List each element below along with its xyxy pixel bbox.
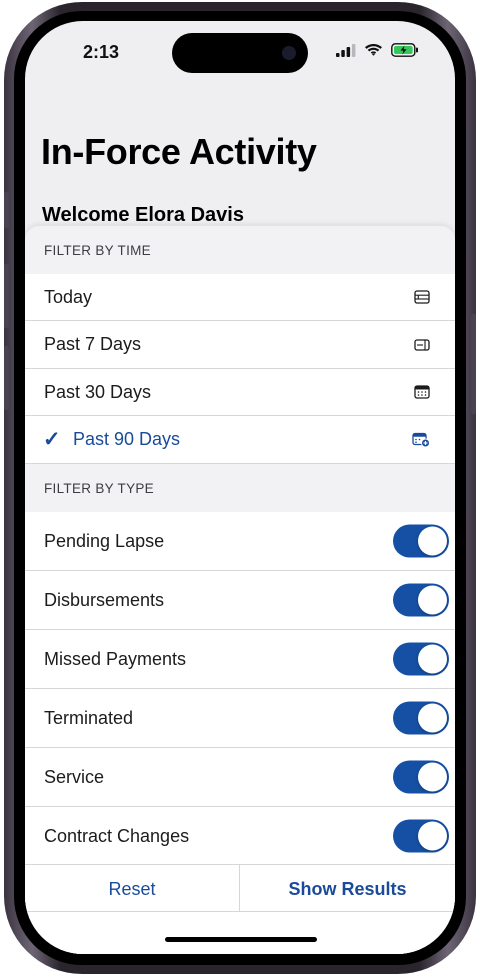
page-title: In-Force Activity xyxy=(41,131,317,172)
type-row-contract-changes: Contract Changes xyxy=(25,807,455,866)
type-label: Service xyxy=(44,766,105,787)
camera-icon xyxy=(282,46,296,60)
cellular-signal-icon xyxy=(336,43,356,57)
status-bar: 2:13 xyxy=(25,21,455,81)
contract-changes-toggle[interactable] xyxy=(393,819,449,853)
pending-lapse-toggle[interactable] xyxy=(393,524,449,558)
type-row-service: Service xyxy=(25,748,455,807)
toggle-knob xyxy=(418,821,447,851)
volume-down-button xyxy=(4,346,9,410)
wifi-icon xyxy=(365,44,382,56)
volume-up-button xyxy=(4,264,9,328)
type-label: Pending Lapse xyxy=(44,530,165,551)
time-option-label: Past 7 Days xyxy=(44,334,142,354)
dynamic-island xyxy=(172,33,308,73)
home-indicator[interactable] xyxy=(165,937,317,942)
toggle-knob xyxy=(418,526,447,556)
disbursements-toggle[interactable] xyxy=(393,583,449,617)
reset-button[interactable]: Reset xyxy=(25,865,240,913)
filter-sheet: FILTER BY TIME Today Past 7 Days Past 30… xyxy=(25,226,455,954)
welcome-text: Welcome Elora Davis xyxy=(42,204,244,226)
toggle-knob xyxy=(418,644,447,674)
time-option-30-days[interactable]: Past 30 Days xyxy=(25,369,455,416)
time-option-today[interactable]: Today xyxy=(25,274,455,321)
calendar-add-icon xyxy=(412,432,430,447)
time-option-7-days[interactable]: Past 7 Days xyxy=(25,321,455,369)
time-option-label: Past 30 Days xyxy=(44,381,152,402)
battery-charging-icon xyxy=(391,43,418,57)
toggle-knob xyxy=(418,703,447,733)
service-toggle[interactable] xyxy=(393,760,449,794)
time-option-label: Today xyxy=(44,286,93,307)
filter-time-header: FILTER BY TIME xyxy=(44,242,151,258)
type-label: Disbursements xyxy=(44,589,165,610)
show-results-button[interactable]: Show Results xyxy=(240,865,455,913)
type-label: Contract Changes xyxy=(44,825,190,846)
time-option-90-days[interactable]: ✓ Past 90 Days xyxy=(25,416,455,464)
type-row-missed-payments: Missed Payments xyxy=(25,630,455,689)
calendar-week-icon xyxy=(414,338,430,351)
status-icons xyxy=(336,43,419,57)
type-row-disbursements: Disbursements xyxy=(25,571,455,630)
filter-type-header: FILTER BY TYPE xyxy=(44,480,154,496)
toggle-knob xyxy=(418,762,447,792)
calendar-day-icon xyxy=(414,290,430,304)
home-area xyxy=(25,912,455,954)
toggle-knob xyxy=(418,585,447,615)
checkmark-icon: ✓ xyxy=(43,428,61,451)
action-button xyxy=(4,192,9,228)
type-row-terminated: Terminated xyxy=(25,689,455,748)
power-button xyxy=(471,314,476,414)
status-time: 2:13 xyxy=(83,42,120,62)
terminated-toggle[interactable] xyxy=(393,701,449,735)
filter-footer: Reset Show Results xyxy=(25,864,455,913)
screen: 2:13 In-Force Activity Welcome Elora Dav… xyxy=(25,21,455,954)
type-row-pending-lapse: Pending Lapse xyxy=(25,512,455,571)
type-label: Terminated xyxy=(44,707,134,728)
type-label: Missed Payments xyxy=(44,648,187,669)
missed-payments-toggle[interactable] xyxy=(393,642,449,676)
time-option-label: Past 90 Days xyxy=(73,429,181,449)
calendar-month-icon xyxy=(414,385,430,399)
